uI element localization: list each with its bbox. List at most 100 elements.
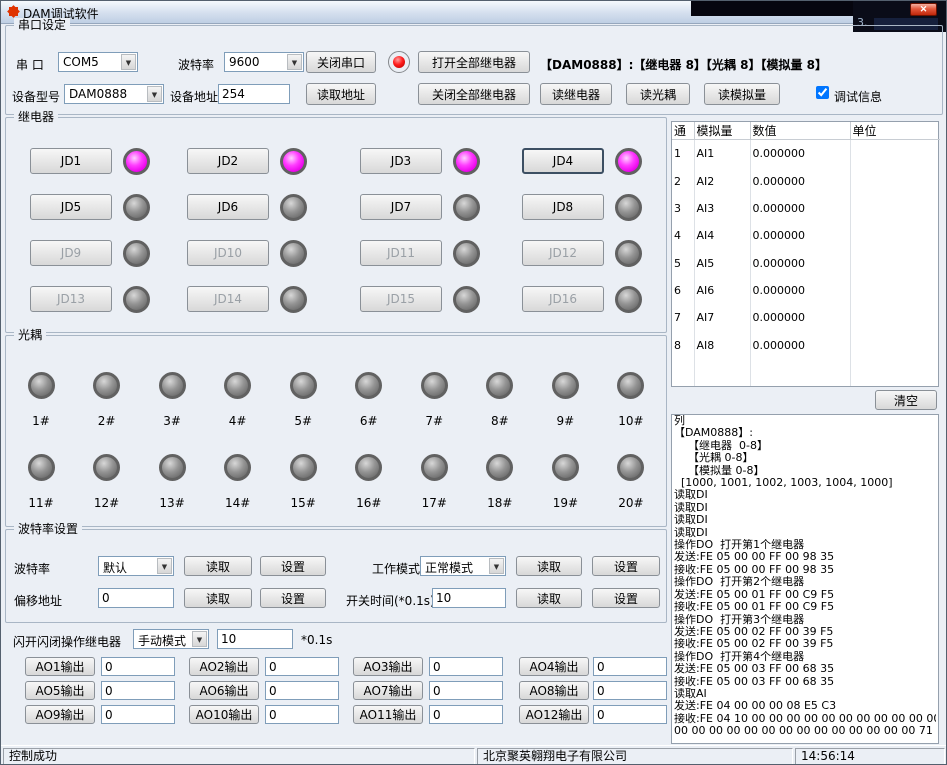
read-relay-button[interactable]: 读继电器 (540, 83, 612, 105)
ao-output-input[interactable] (265, 705, 339, 724)
app-window: DAM调试软件 3. ✕ 串口设定 串 口 COM5 ▼ 波特率 9600 ▼ … (0, 0, 947, 765)
table-cell: 0.000000 (750, 304, 850, 331)
read-analog-button[interactable]: 读模拟量 (704, 83, 780, 105)
opto-cell: 3# (151, 372, 193, 428)
switch-time-input[interactable] (432, 588, 506, 608)
relay-button-jd12[interactable]: JD12 (522, 240, 604, 266)
relay-button-jd6[interactable]: JD6 (187, 194, 269, 220)
relay-button-jd1[interactable]: JD1 (30, 148, 112, 174)
ao-output-input[interactable] (593, 705, 667, 724)
close-all-relays-button[interactable]: 关闭全部继电器 (418, 83, 530, 105)
relay-button-jd4[interactable]: JD4 (522, 148, 604, 174)
relay-button-jd8[interactable]: JD8 (522, 194, 604, 220)
relay-button-jd9[interactable]: JD9 (30, 240, 112, 266)
ao-output-button[interactable]: AO9输出 (25, 705, 95, 724)
device-address-input[interactable] (218, 84, 290, 104)
ao-output-input[interactable] (101, 705, 175, 724)
relay-button-jd3[interactable]: JD3 (360, 148, 442, 174)
ao-output-button[interactable]: AO1输出 (25, 657, 95, 676)
relay-button-jd10[interactable]: JD10 (187, 240, 269, 266)
ao-output-input[interactable] (429, 705, 503, 724)
ao-output-button[interactable]: AO12输出 (519, 705, 589, 724)
ao-output-button[interactable]: AO8输出 (519, 681, 589, 700)
red-led-icon (393, 56, 405, 68)
log-line: 接收:FE 05 00 00 FF 00 98 35 (674, 564, 936, 576)
baud-setting-select-value: 默认 (103, 559, 156, 576)
opto-led-icon (421, 454, 448, 481)
analog-table-body: 1AI10.0000002AI20.0000003AI30.0000004AI4… (672, 140, 940, 387)
ao-output-button[interactable]: AO10输出 (189, 705, 259, 724)
relay-led-icon (280, 286, 307, 313)
relay-button-jd16[interactable]: JD16 (522, 286, 604, 312)
close-button[interactable]: ✕ (910, 3, 937, 16)
ao-output-button[interactable]: AO4输出 (519, 657, 589, 676)
ao-output-button[interactable]: AO7输出 (353, 681, 423, 700)
switch-time-read-button[interactable]: 读取 (516, 588, 582, 608)
chevron-down-icon: ▼ (489, 558, 504, 574)
port-select[interactable]: COM5 ▼ (58, 52, 138, 72)
status-company: 北京聚英翱翔电子有限公司 (477, 748, 793, 765)
baud-read-button[interactable]: 读取 (184, 556, 252, 576)
work-mode-select[interactable]: 正常模式 ▼ (420, 556, 506, 576)
opto-led-icon (93, 372, 120, 399)
ao-output-input[interactable] (265, 681, 339, 700)
serial-status-led (388, 51, 410, 73)
baudrate-select-value: 9600 (229, 55, 286, 69)
log-area[interactable]: 列【DAM0888】: 【继电器 0-8】 【光耦 0-8】 【模拟量 0-8】… (671, 414, 939, 744)
ao-output-input[interactable] (593, 657, 667, 676)
ao-output-input[interactable] (101, 657, 175, 676)
relay-button-jd2[interactable]: JD2 (187, 148, 269, 174)
ao-output-button[interactable]: AO11输出 (353, 705, 423, 724)
read-opto-button[interactable]: 读光耦 (626, 83, 690, 105)
offset-address-input[interactable] (98, 588, 174, 608)
offset-read-button[interactable]: 读取 (184, 588, 252, 608)
relay-button-jd13[interactable]: JD13 (30, 286, 112, 312)
flash-time-input[interactable] (217, 629, 293, 649)
ao-output-input[interactable] (593, 681, 667, 700)
opto-cell: 11# (20, 454, 62, 510)
opto-cell: 14# (217, 454, 259, 510)
col-header-unit: 单位 (850, 122, 940, 140)
ao-output-button[interactable]: AO3输出 (353, 657, 423, 676)
opto-cell: 20# (610, 454, 652, 510)
device-model-select[interactable]: DAM0888 ▼ (64, 84, 164, 104)
table-cell (850, 331, 940, 358)
ao-output-button[interactable]: AO2输出 (189, 657, 259, 676)
opto-group-title: 光耦 (14, 328, 46, 342)
table-cell (850, 304, 940, 331)
read-address-button[interactable]: 读取地址 (306, 83, 376, 105)
relay-cell: JD16 (522, 286, 648, 313)
baudrate-select[interactable]: 9600 ▼ (224, 52, 304, 72)
relay-cell: JD12 (522, 240, 648, 267)
ao-output-button[interactable]: AO6输出 (189, 681, 259, 700)
ao-output-input[interactable] (265, 657, 339, 676)
work-mode-set-button[interactable]: 设置 (592, 556, 660, 576)
work-mode-select-value: 正常模式 (425, 559, 488, 576)
relay-button-jd5[interactable]: JD5 (30, 194, 112, 220)
close-serial-button[interactable]: 关闭串口 (306, 51, 376, 73)
ao-output-input[interactable] (429, 657, 503, 676)
relay-cell: JD10 (187, 240, 313, 267)
switch-time-set-button[interactable]: 设置 (592, 588, 660, 608)
relay-button-jd15[interactable]: JD15 (360, 286, 442, 312)
clear-button[interactable]: 清空 (875, 390, 937, 410)
opto-label: 7# (425, 414, 443, 428)
ao-output-input[interactable] (429, 681, 503, 700)
log-line: 发送:FE 05 00 01 FF 00 C9 F5 (674, 589, 936, 601)
baud-setting-select[interactable]: 默认 ▼ (98, 556, 174, 576)
relay-button-jd11[interactable]: JD11 (360, 240, 442, 266)
opto-cell: 19# (544, 454, 586, 510)
debug-info-checkbox[interactable] (816, 86, 829, 99)
relay-cell: JD4 (522, 148, 648, 175)
ao-output-input[interactable] (101, 681, 175, 700)
offset-set-button[interactable]: 设置 (260, 588, 326, 608)
opto-led-icon (486, 454, 513, 481)
flash-mode-select[interactable]: 手动模式 ▼ (133, 629, 209, 649)
open-all-relays-button[interactable]: 打开全部继电器 (418, 51, 530, 73)
work-mode-read-button[interactable]: 读取 (516, 556, 582, 576)
baud-set-button[interactable]: 设置 (260, 556, 326, 576)
relay-button-jd7[interactable]: JD7 (360, 194, 442, 220)
ao-output-button[interactable]: AO5输出 (25, 681, 95, 700)
relay-button-jd14[interactable]: JD14 (187, 286, 269, 312)
table-row: 6AI60.000000 (672, 277, 940, 304)
